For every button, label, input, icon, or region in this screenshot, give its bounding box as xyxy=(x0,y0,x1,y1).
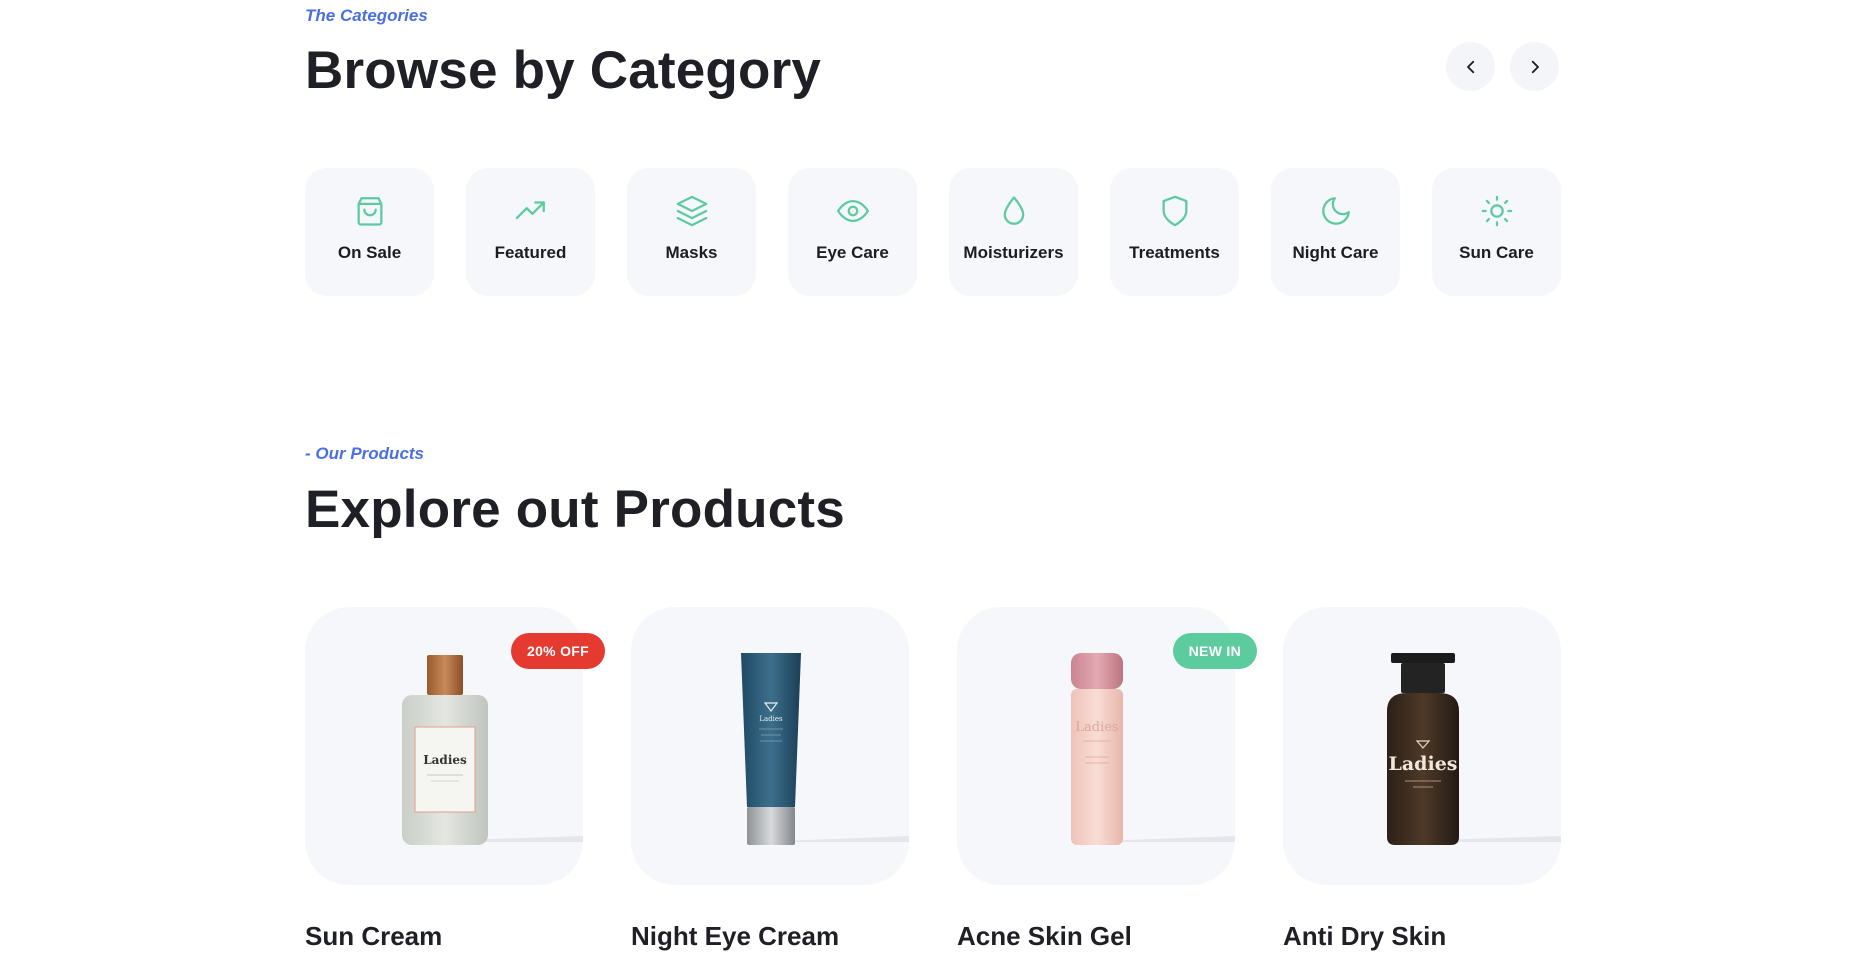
product-image: Ladies xyxy=(631,607,909,885)
chevron-left-icon xyxy=(1466,60,1474,73)
product-card-anti-dry-skin[interactable]: Ladies Anti Dry Skin xyxy=(1283,607,1561,952)
carousel-prev-button[interactable] xyxy=(1446,42,1495,91)
new-badge: NEW IN xyxy=(1172,633,1257,669)
category-featured[interactable]: Featured xyxy=(466,168,595,296)
category-sun-care[interactable]: Sun Care xyxy=(1432,168,1561,296)
category-treatments[interactable]: Treatments xyxy=(1110,168,1239,296)
product-card-night-eye-cream[interactable]: Ladies Night Eye Cream xyxy=(631,607,909,952)
layers-icon xyxy=(675,194,709,228)
trending-up-icon xyxy=(514,194,548,228)
category-masks[interactable]: Masks xyxy=(627,168,756,296)
categories-section: The Categories Browse by Category On Sal… xyxy=(305,0,1561,320)
category-label: Treatments xyxy=(1129,243,1220,262)
category-label: Moisturizers xyxy=(963,243,1064,262)
shield-icon xyxy=(1158,194,1192,228)
discount-badge: 20% OFF xyxy=(510,633,605,669)
category-eye-care[interactable]: Eye Care xyxy=(788,168,917,296)
carousel-next-button[interactable] xyxy=(1510,42,1559,91)
product-card-acne-skin-gel[interactable]: Ladies NEW IN Acne Skin Gel xyxy=(957,607,1257,952)
svg-text:Ladies: Ladies xyxy=(1389,753,1458,775)
sun-icon xyxy=(1480,194,1514,228)
product-image: Ladies xyxy=(1283,607,1561,885)
product-name[interactable]: Anti Dry Skin xyxy=(1283,921,1561,952)
category-label: Night Care xyxy=(1292,243,1379,262)
category-night-care[interactable]: Night Care xyxy=(1271,168,1400,296)
category-list: On Sale Featured Masks Eye Care Moisturi… xyxy=(305,168,1561,296)
svg-text:Ladies: Ladies xyxy=(759,715,783,723)
svg-text:Ladies: Ladies xyxy=(423,753,467,767)
category-label: Sun Care xyxy=(1459,243,1534,262)
moon-icon xyxy=(1319,194,1353,228)
categories-title: Browse by Category xyxy=(305,41,822,100)
chevron-right-icon xyxy=(1531,60,1539,73)
eye-icon xyxy=(836,194,870,228)
category-label: Masks xyxy=(665,243,718,262)
product-name[interactable]: Night Eye Cream xyxy=(631,921,909,952)
product-name[interactable]: Acne Skin Gel xyxy=(957,921,1235,952)
category-label: Eye Care xyxy=(816,243,889,262)
products-title: Explore out Products xyxy=(305,480,845,539)
product-list: Ladies 20% OFF Sun Cream Ladies Night Ey… xyxy=(305,607,1561,952)
products-section: - Our Products Explore out Products Ladi… xyxy=(305,435,1561,965)
category-label: On Sale xyxy=(337,243,402,262)
category-moisturizers[interactable]: Moisturizers xyxy=(949,168,1078,296)
product-name[interactable]: Sun Cream xyxy=(305,921,583,952)
categories-eyebrow: The Categories xyxy=(305,6,428,25)
shopping-bag-icon xyxy=(353,194,387,228)
svg-text:Ladies: Ladies xyxy=(1075,720,1118,735)
product-card-sun-cream[interactable]: Ladies 20% OFF Sun Cream xyxy=(305,607,605,952)
category-label: Featured xyxy=(494,243,567,262)
category-on-sale[interactable]: On Sale xyxy=(305,168,434,296)
droplet-icon xyxy=(997,194,1031,228)
products-eyebrow: - Our Products xyxy=(305,444,425,463)
